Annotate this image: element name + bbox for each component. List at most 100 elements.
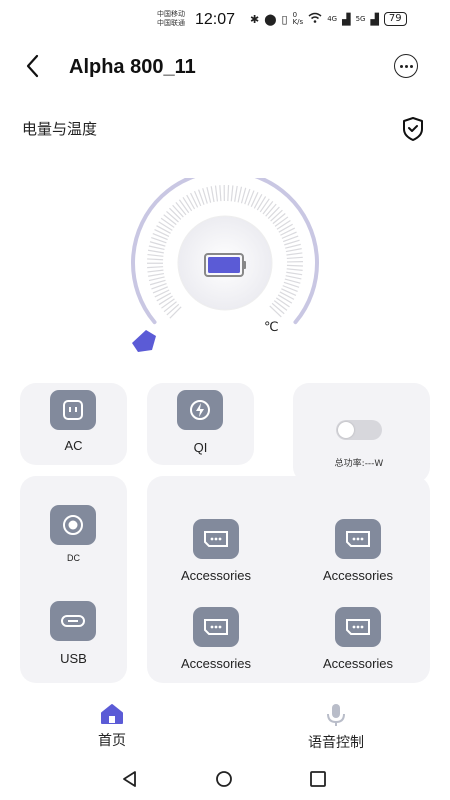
dial-tick bbox=[267, 206, 280, 219]
system-recents-button[interactable] bbox=[308, 770, 328, 792]
microphone-icon bbox=[327, 704, 345, 726]
dial-tick bbox=[163, 301, 177, 313]
dial-tick bbox=[182, 196, 193, 212]
nav-home-label: 首页 bbox=[98, 733, 126, 749]
nav-voice-label: 语音控制 bbox=[308, 735, 364, 751]
dc-label: DC bbox=[67, 553, 80, 563]
dial-tick bbox=[256, 196, 267, 211]
circle-home-icon bbox=[216, 771, 232, 787]
dial-tick bbox=[161, 298, 175, 309]
dial-tick bbox=[272, 213, 286, 225]
ac-card[interactable]: AC bbox=[20, 383, 127, 465]
wifi-icon bbox=[308, 12, 322, 26]
dial-tick bbox=[158, 221, 173, 231]
system-back-button[interactable] bbox=[120, 770, 140, 792]
signal-2: 5G bbox=[355, 14, 366, 23]
dial-tick bbox=[147, 249, 164, 254]
dial-tick bbox=[149, 241, 166, 247]
signal-2-icon: ▟ bbox=[370, 12, 379, 26]
vibrate-icon: ▯ bbox=[281, 12, 288, 26]
dial-tick bbox=[156, 225, 171, 234]
dial-tick bbox=[227, 185, 230, 202]
dial-tick bbox=[286, 256, 303, 260]
square-recents-icon bbox=[310, 771, 326, 787]
accessory-label-1: Accessories bbox=[180, 568, 252, 583]
accessory-button-3[interactable] bbox=[193, 607, 239, 647]
carrier-2: 中国联通 bbox=[157, 19, 185, 27]
ac-outlet-icon bbox=[50, 390, 96, 430]
dial-tick bbox=[259, 198, 270, 213]
section-title: 电量与温度 bbox=[22, 120, 98, 138]
dial-tick bbox=[210, 186, 215, 203]
dial-tick bbox=[271, 302, 285, 315]
dial-tick bbox=[285, 248, 302, 253]
toggle-knob bbox=[338, 422, 354, 438]
home-icon bbox=[101, 704, 123, 724]
dial-tick bbox=[286, 264, 303, 267]
accessory-label-2: Accessories bbox=[322, 568, 394, 583]
more-dots-icon bbox=[399, 64, 403, 68]
accessory-port-icon bbox=[346, 531, 370, 547]
usb-c-icon bbox=[61, 615, 85, 627]
qi-label: QI bbox=[193, 440, 208, 455]
dial-tick bbox=[158, 295, 173, 306]
dial-tick bbox=[234, 185, 238, 202]
dc-port-button[interactable] bbox=[50, 505, 96, 545]
dial-tick bbox=[148, 272, 165, 277]
dial-tick bbox=[286, 252, 303, 256]
dial-tick bbox=[147, 253, 164, 257]
usb-label: USB bbox=[60, 651, 87, 666]
dial-tick bbox=[286, 268, 303, 271]
dial-tick bbox=[147, 266, 164, 269]
qi-card[interactable]: QI bbox=[147, 383, 254, 465]
accessory-port-icon bbox=[346, 619, 370, 635]
status-time: 12:07 bbox=[195, 11, 236, 28]
signal-1: 4G bbox=[327, 14, 338, 23]
accessory-port-icon bbox=[204, 619, 228, 635]
dial-tick bbox=[178, 199, 190, 214]
power-toggle[interactable] bbox=[336, 420, 382, 440]
dial-tick bbox=[148, 276, 165, 282]
nav-voice-control[interactable]: 语音控制 bbox=[296, 702, 376, 752]
accessory-button-1[interactable] bbox=[193, 519, 239, 559]
accessory-button-2[interactable] bbox=[335, 519, 381, 559]
dial-tick bbox=[160, 217, 175, 228]
dial-tick bbox=[273, 300, 288, 311]
dial-tick bbox=[240, 187, 247, 204]
dc-port-icon bbox=[63, 515, 83, 535]
dial-tick bbox=[163, 214, 177, 226]
accessory-button-4[interactable] bbox=[335, 607, 381, 647]
more-options-button[interactable] bbox=[394, 54, 418, 78]
dial-tick bbox=[265, 203, 277, 217]
dial-tick bbox=[274, 216, 289, 227]
shield-button[interactable] bbox=[401, 116, 425, 142]
system-home-button[interactable] bbox=[214, 770, 234, 792]
back-button[interactable] bbox=[22, 52, 46, 80]
page-title: Alpha 800_11 bbox=[69, 56, 196, 78]
carrier-names: 中国移动 中国联通 bbox=[157, 10, 185, 28]
chevron-left-icon bbox=[26, 54, 39, 78]
ac-label: AC bbox=[64, 438, 83, 453]
battery-temperature-dial bbox=[120, 169, 330, 358]
dial-tick bbox=[186, 194, 196, 210]
carrier-1: 中国移动 bbox=[157, 10, 185, 18]
dial-pointer-icon bbox=[132, 330, 156, 352]
usb-port-button[interactable] bbox=[50, 601, 96, 641]
dial-tick bbox=[284, 278, 301, 284]
dial-tick bbox=[149, 279, 166, 286]
status-bar: 中国移动 中国联通 12:07 ✱ ⬤ ▯ 0 K/s 4G ▟ 5G ▟ 79 bbox=[0, 0, 450, 40]
dial-tick bbox=[262, 201, 274, 215]
dial-tick bbox=[156, 292, 172, 302]
signal-1-icon: ▟ bbox=[342, 12, 351, 26]
dial-tick bbox=[285, 243, 301, 249]
accessory-label-3: Accessories bbox=[180, 656, 252, 671]
nav-home[interactable]: 首页 bbox=[82, 702, 142, 750]
dial-tick bbox=[214, 185, 219, 202]
bluetooth-icon: ✱ bbox=[250, 12, 260, 26]
temperature-unit: ℃ bbox=[264, 320, 279, 335]
battery-indicator: 79 bbox=[383, 12, 407, 26]
dial-tick bbox=[286, 271, 303, 276]
total-power-label: 总功率:---W bbox=[334, 459, 384, 469]
dial-tick bbox=[219, 185, 222, 202]
triangle-back-icon bbox=[123, 771, 136, 787]
